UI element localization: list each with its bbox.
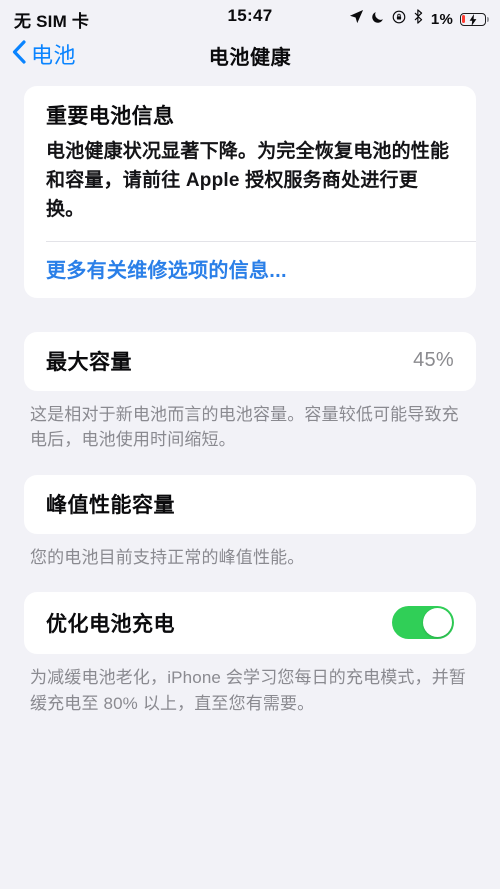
optimized-battery-charging-row[interactable]: 优化电池充电	[24, 592, 476, 654]
battery-percent-label: 1%	[430, 10, 453, 28]
optimized-battery-charging-toggle[interactable]	[392, 606, 454, 640]
toggle-knob	[423, 608, 452, 638]
battery-charging-icon	[460, 12, 489, 26]
important-info-title: 重要电池信息	[46, 105, 175, 128]
status-bar: 无 SIM 卡 15:47 1%	[0, 0, 500, 38]
peak-performance-row: 峰值性能容量	[24, 475, 476, 534]
peak-performance-card: 峰值性能容量	[24, 474, 476, 534]
maximum-capacity-card: 最大容量 45%	[24, 331, 476, 391]
peak-performance-label: 峰值性能容量	[46, 493, 175, 517]
status-bar-indicators: 1%	[349, 9, 489, 29]
repair-options-link-row[interactable]: 更多有关维修选项的信息...	[24, 240, 476, 298]
maximum-capacity-row: 最大容量 45%	[24, 332, 476, 391]
optimized-battery-charging-footer: 为减缓电池老化，iPhone 会学习您每日的充电模式，并暂缓充电至 80% 以上…	[30, 668, 467, 713]
maximum-capacity-footer: 这是相对于新电池而言的电池容量。容量较低可能导致充电后，电池使用时间缩短。	[30, 404, 459, 450]
iphone-screen: 无 SIM 卡 15:47 1% 电池 电池健康 重要电池信息 电池健康状况显著…	[0, 0, 500, 889]
important-battery-info-card: 重要电池信息 电池健康状况显著下降。为完全恢复电池的性能和容量，请前往 Appl…	[24, 86, 476, 298]
maximum-capacity-value: 45%	[413, 349, 454, 372]
moon-icon	[371, 10, 385, 29]
settings-content: 重要电池信息 电池健康状况显著下降。为完全恢复电池的性能和容量，请前往 Appl…	[0, 86, 500, 716]
bluetooth-icon	[413, 9, 424, 29]
navigation-bar: 电池 电池健康	[0, 34, 500, 80]
maximum-capacity-label: 最大容量	[46, 350, 132, 374]
important-info-row: 重要电池信息 电池健康状况显著下降。为完全恢复电池的性能和容量，请前往 Appl…	[24, 86, 476, 241]
location-arrow-icon	[349, 9, 364, 29]
important-info-body: 电池健康状况显著下降。为完全恢复电池的性能和容量，请前往 Apple 授权服务商…	[46, 141, 450, 220]
rotation-lock-icon	[392, 10, 406, 29]
optimized-battery-charging-label: 优化电池充电	[46, 612, 175, 636]
page-title: 电池健康	[208, 47, 292, 69]
repair-options-link[interactable]: 更多有关维修选项的信息...	[46, 260, 287, 282]
optimized-battery-charging-card: 优化电池充电	[24, 592, 476, 655]
peak-performance-footer: 您的电池目前支持正常的峰值性能。	[30, 547, 305, 567]
